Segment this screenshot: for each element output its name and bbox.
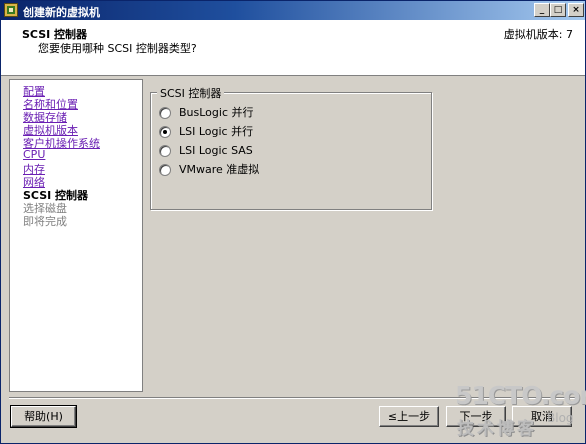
step-cpu[interactable]: CPU	[23, 148, 45, 161]
wizard-header: SCSI 控制器 您要使用哪种 SCSI 控制器类型? 虚拟机版本: 7	[1, 20, 585, 76]
minimize-button[interactable]: _	[534, 3, 550, 17]
close-button[interactable]: ×	[568, 3, 584, 17]
option-label[interactable]: LSI Logic SAS	[179, 145, 253, 157]
back-button[interactable]: ≤上一步	[379, 406, 439, 427]
option-label[interactable]: VMware 准虚拟	[179, 164, 259, 176]
radio-lsi-logic-parallel[interactable]	[159, 126, 171, 138]
vm-app-icon	[4, 3, 18, 17]
step-ready-to-complete: 即将完成	[23, 215, 67, 228]
wizard-content: SCSI 控制器 BusLogic 并行 LSI Logic 并行 LSI Lo…	[144, 79, 578, 392]
footer-divider	[9, 397, 579, 399]
wizard-steps-panel: 配置 名称和位置 数据存储 虚拟机版本 客户机操作系统 CPU 内存 网络 SC…	[9, 79, 143, 392]
window-title: 创建新的虚拟机	[23, 6, 100, 19]
help-button[interactable]: 帮助(H)	[10, 405, 77, 428]
radio-vmware-paravirtual[interactable]	[159, 164, 171, 176]
maximize-button[interactable]: □	[550, 3, 566, 17]
title-bar[interactable]: 创建新的虚拟机 _ □ ×	[1, 1, 585, 20]
cancel-button[interactable]: 取消	[512, 406, 572, 427]
scsi-controller-group: SCSI 控制器 BusLogic 并行 LSI Logic 并行 LSI Lo…	[150, 85, 432, 210]
wizard-window: 创建新的虚拟机 _ □ × SCSI 控制器 您要使用哪种 SCSI 控制器类型…	[0, 0, 586, 444]
option-label[interactable]: LSI Logic 并行	[179, 126, 253, 138]
page-subtitle: 您要使用哪种 SCSI 控制器类型?	[38, 42, 197, 55]
radio-selected-dot	[163, 130, 167, 134]
radio-lsi-logic-sas[interactable]	[159, 145, 171, 157]
vm-version-label: 虚拟机版本: 7	[503, 28, 573, 41]
next-button[interactable]: 下一步	[446, 406, 506, 427]
radio-buslogic[interactable]	[159, 107, 171, 119]
group-title: SCSI 控制器	[157, 85, 225, 101]
option-label[interactable]: BusLogic 并行	[179, 107, 254, 119]
